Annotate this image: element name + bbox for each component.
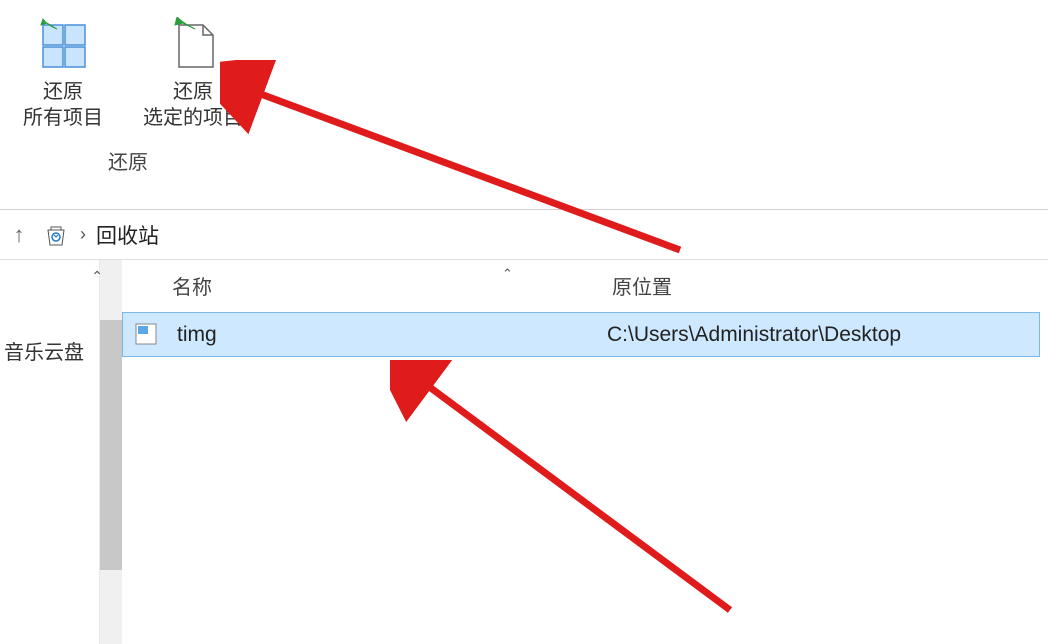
restore-all-icon	[33, 15, 93, 75]
restore-selected-button[interactable]: 还原 选定的项目	[138, 10, 248, 136]
file-row[interactable]: timg C:\Users\Administrator\Desktop	[122, 312, 1040, 357]
restore-selected-icon	[163, 15, 223, 75]
file-name: timg	[177, 323, 607, 347]
nav-up-button[interactable]: ↑	[6, 222, 32, 248]
list-header: ⌃ 名称 原位置	[122, 260, 1048, 310]
address-bar[interactable]: ↑ › 回收站	[0, 210, 1048, 260]
breadcrumb-location[interactable]: 回收站	[96, 220, 159, 250]
ribbon-group-label: 还原	[108, 146, 148, 183]
file-icon	[133, 321, 161, 349]
restore-all-button[interactable]: 还原 所有项目	[8, 10, 118, 136]
restore-selected-label: 还原 选定的项目	[143, 79, 243, 131]
breadcrumb-separator: ›	[80, 224, 86, 245]
column-header-location[interactable]: 原位置	[612, 271, 1048, 300]
file-original-location: C:\Users\Administrator\Desktop	[607, 323, 901, 347]
scrollbar-thumb[interactable]	[100, 320, 122, 570]
column-header-name[interactable]: 名称	[172, 271, 612, 300]
sidebar: ⌃ 音乐云盘	[0, 260, 100, 644]
restore-all-label: 还原 所有项目	[23, 79, 103, 131]
file-list: ⌃ 名称 原位置 timg C:\Users\Administrator\Des…	[122, 260, 1048, 644]
sidebar-item-music-cloud[interactable]: 音乐云盘	[0, 330, 99, 371]
ribbon-toolbar: 还原 所有项目 还原 选定的项目 还原	[0, 0, 1048, 210]
sidebar-scrollbar[interactable]	[100, 260, 122, 644]
ribbon-group-restore: 还原 所有项目 还原 选定的项目 还原	[0, 0, 256, 209]
sort-indicator-icon[interactable]: ⌃	[502, 266, 513, 282]
recycle-bin-icon	[42, 221, 70, 249]
